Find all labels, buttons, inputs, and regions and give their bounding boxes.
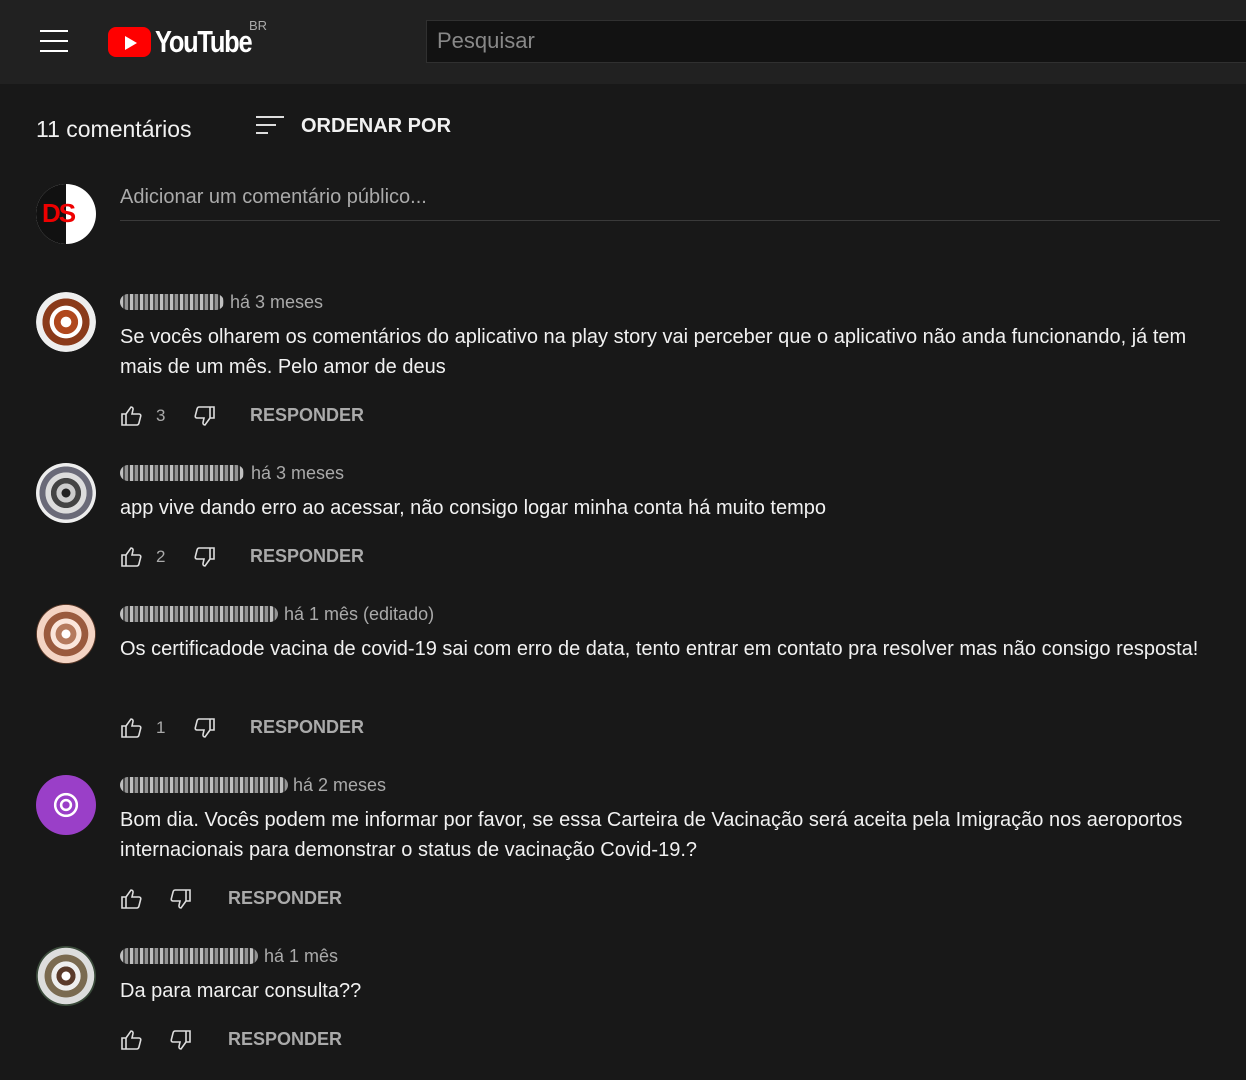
commenter-avatar[interactable] bbox=[36, 292, 96, 352]
menu-icon-line bbox=[40, 40, 68, 42]
commenter-avatar[interactable] bbox=[36, 775, 96, 835]
sort-label: ORDENAR POR bbox=[301, 115, 452, 137]
logo-text: YouTube bbox=[155, 24, 253, 59]
dislike-icon[interactable] bbox=[192, 716, 216, 740]
comment-time: há 1 mês (editado) bbox=[284, 604, 435, 624]
author-name-redacted[interactable] bbox=[120, 948, 258, 964]
comment-count: 11 comentários bbox=[36, 116, 192, 142]
like-icon[interactable] bbox=[120, 545, 144, 569]
like-icon[interactable] bbox=[120, 1028, 144, 1052]
add-comment-input[interactable]: Adicionar um comentário público... bbox=[120, 186, 1220, 221]
like-count: 2 bbox=[156, 547, 166, 566]
author-name-redacted[interactable] bbox=[120, 777, 288, 793]
reply-button[interactable]: RESPONDER bbox=[250, 405, 364, 426]
dislike-icon[interactable] bbox=[168, 887, 192, 911]
commenter-avatar[interactable] bbox=[36, 946, 96, 1006]
like-icon[interactable] bbox=[120, 716, 144, 740]
author-name-redacted[interactable] bbox=[120, 465, 244, 481]
sort-icon bbox=[256, 116, 286, 138]
reply-button[interactable]: RESPONDER bbox=[250, 546, 364, 567]
commenter-avatar[interactable] bbox=[36, 463, 96, 523]
author-name-redacted[interactable] bbox=[120, 606, 278, 622]
comment-text: Se vocês olharem os comentários do aplic… bbox=[120, 326, 1187, 378]
current-user-avatar: DS bbox=[36, 184, 96, 244]
dislike-icon[interactable] bbox=[192, 404, 216, 428]
like-count: 1 bbox=[156, 718, 166, 737]
country-code: BR bbox=[249, 18, 268, 33]
author-name-redacted[interactable] bbox=[120, 294, 224, 310]
avatar-logo-text: DS bbox=[42, 198, 76, 228]
comment-text: Bom dia. Vocês podem me informar por fav… bbox=[120, 809, 1183, 861]
menu-icon-line bbox=[40, 50, 68, 52]
dislike-icon[interactable] bbox=[168, 1028, 192, 1052]
like-count: 3 bbox=[156, 406, 166, 425]
menu-button[interactable] bbox=[40, 30, 68, 52]
like-icon[interactable] bbox=[120, 404, 144, 428]
top-bar: YouTube BR Pesquisar bbox=[0, 0, 1246, 84]
comment-time: há 2 meses bbox=[293, 775, 387, 795]
reply-button[interactable]: RESPONDER bbox=[250, 717, 364, 738]
comment-time: há 3 meses bbox=[230, 292, 324, 312]
comment-text: app vive dando erro ao acessar, não cons… bbox=[120, 497, 826, 519]
youtube-logo[interactable]: YouTube BR bbox=[108, 18, 278, 64]
reply-button[interactable]: RESPONDER bbox=[228, 888, 342, 909]
comment-time: há 3 meses bbox=[251, 463, 345, 483]
comment-text: Os certificadode vacina de covid-19 sai … bbox=[120, 638, 1199, 660]
reply-button[interactable]: RESPONDER bbox=[228, 1029, 342, 1050]
search-input[interactable]: Pesquisar bbox=[426, 20, 1246, 63]
commenter-avatar[interactable] bbox=[36, 604, 96, 664]
menu-icon-line bbox=[40, 30, 68, 32]
like-icon[interactable] bbox=[120, 887, 144, 911]
play-icon bbox=[108, 27, 151, 57]
comment-time: há 1 mês bbox=[264, 946, 339, 966]
dislike-icon[interactable] bbox=[192, 545, 216, 569]
comment-text: Da para marcar consulta?? bbox=[120, 980, 362, 1002]
